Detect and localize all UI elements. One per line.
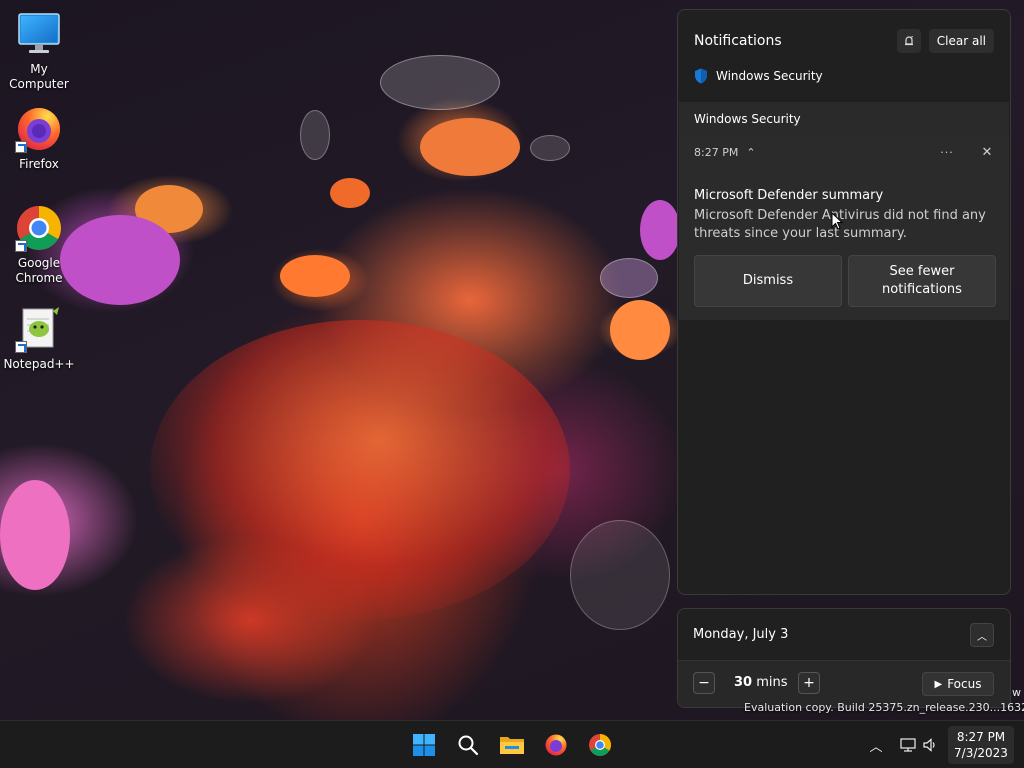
notification-center: Notifications z Clear all Windows Securi… [677, 9, 1011, 595]
calendar-date: Monday, July 3 [693, 627, 789, 642]
notepad-plus-plus-icon [15, 305, 63, 353]
toast-toolbar: 8:27 PM ⌃ ··· ✕ [694, 142, 995, 162]
desktop-icon-label: Notepad++ [3, 357, 75, 371]
clock-date: 7/3/2023 [954, 746, 1008, 760]
taskbar-firefox[interactable] [542, 731, 570, 759]
chevron-up-icon[interactable]: ⌃ [746, 146, 935, 159]
decrease-focus-button[interactable]: − [693, 672, 715, 694]
toast-time: 8:27 PM [694, 145, 739, 159]
focus-button-label: Focus [947, 677, 982, 691]
increase-focus-button[interactable]: + [798, 672, 820, 694]
chevron-up-icon: ︿ [869, 739, 883, 755]
dismiss-button[interactable]: Dismiss [694, 255, 842, 307]
bell-snooze-icon: z [904, 35, 913, 46]
svg-text:z: z [910, 35, 913, 41]
taskbar-file-explorer[interactable] [498, 731, 526, 759]
taskbar: ︿ 8:27 PM 7/3/2023 [0, 720, 1024, 768]
start-button[interactable] [410, 731, 438, 759]
notification-toast[interactable]: 8:27 PM ⌃ ··· ✕ Microsoft Defender summa… [679, 134, 1009, 320]
toast-title: Microsoft Defender summary [694, 188, 884, 203]
clock-time: 8:27 PM [956, 730, 1006, 744]
start-icon [413, 734, 435, 756]
more-options-icon[interactable]: ··· [935, 146, 959, 159]
chevron-up-icon: ︿ [977, 631, 987, 643]
taskbar-search-button[interactable] [454, 731, 482, 759]
desktop-icon-google-chrome[interactable]: Google Chrome [0, 204, 78, 286]
file-explorer-icon [500, 737, 524, 754]
notification-group-header: Windows Security [679, 102, 1009, 136]
chrome-icon [15, 204, 63, 252]
app-header-windows-security[interactable]: Windows Security [694, 68, 823, 84]
speaker-icon [923, 738, 935, 752]
see-fewer-notifications-button[interactable]: See fewer notifications [848, 255, 996, 307]
desktop-icon-my-computer[interactable]: My Computer [0, 10, 78, 92]
desktop-icon-label: My Computer [9, 62, 69, 91]
focus-duration-unit: mins [756, 675, 788, 690]
monitor-icon [15, 10, 63, 58]
calendar-collapse-button[interactable]: ︿ [970, 623, 994, 647]
plus-icon: + [803, 675, 815, 691]
notification-header: Notifications z Clear all [694, 26, 994, 56]
desktop-icon-firefox[interactable]: Firefox [0, 105, 78, 172]
evaluation-watermark: Evaluation copy. Build 25375.zn_release.… [744, 701, 1024, 714]
minus-icon: − [698, 675, 710, 691]
network-button[interactable] [898, 735, 918, 755]
focus-duration: 30 mins [734, 675, 788, 690]
shortcut-arrow-icon [15, 240, 27, 252]
show-hidden-icons-button[interactable]: ︿ [866, 735, 886, 755]
search-icon [458, 735, 479, 756]
network-icon [900, 738, 916, 752]
notification-title: Notifications [694, 33, 782, 49]
desktop-icon-label: Google Chrome [15, 256, 63, 285]
firefox-icon [545, 734, 567, 756]
desktop-icon-notepad-plus-plus[interactable]: Notepad++ [0, 305, 78, 372]
calendar-panel: Monday, July 3 ︿ − 30 mins + ▶ Focus [677, 608, 1011, 708]
play-icon: ▶ [934, 678, 943, 690]
clear-all-button[interactable]: Clear all [928, 29, 994, 53]
shortcut-arrow-icon [15, 341, 27, 353]
close-icon[interactable]: ✕ [979, 145, 995, 160]
shield-icon [695, 68, 707, 84]
focus-duration-value: 30 [734, 675, 753, 690]
desktop-icon-label: Firefox [19, 157, 59, 171]
taskbar-chrome[interactable] [586, 731, 614, 759]
do-not-disturb-button[interactable]: z [896, 29, 921, 53]
firefox-icon [15, 105, 63, 153]
volume-button[interactable] [920, 735, 940, 755]
mouse-cursor-icon [831, 212, 843, 230]
evaluation-watermark-edge: w [1012, 686, 1021, 699]
clock-button[interactable]: 8:27 PM 7/3/2023 [948, 726, 1014, 764]
app-name: Windows Security [716, 69, 823, 83]
shortcut-arrow-icon [15, 141, 27, 153]
focus-button[interactable]: ▶ Focus [922, 672, 994, 696]
chrome-icon [589, 734, 611, 756]
